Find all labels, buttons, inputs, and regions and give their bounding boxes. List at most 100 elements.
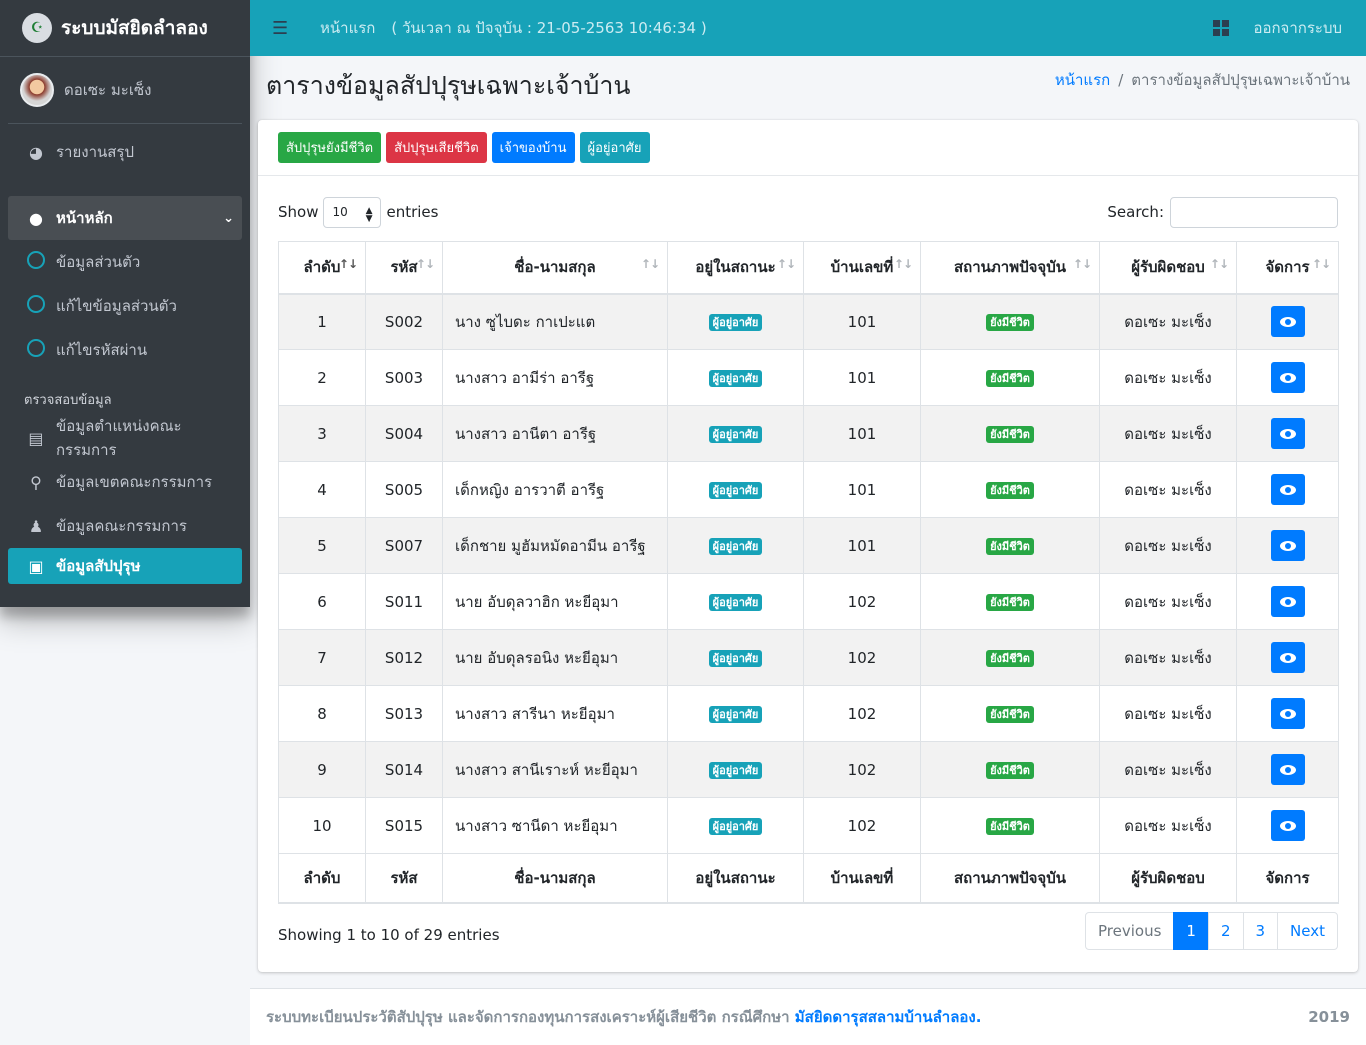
cell-house: 101: [803, 517, 921, 574]
sidebar-item-committee-zones[interactable]: ⚲ ข้อมูลเขตคณะกรรมการ: [8, 460, 242, 504]
pagination-previous[interactable]: Previous: [1085, 912, 1175, 950]
column-footer: รหัส: [365, 853, 443, 904]
cell-life: ยังมีชีวิต: [920, 573, 1100, 630]
status-badge: ผู้อยู่อาศัย: [708, 370, 763, 387]
cell-name: เด็กหญิง อารวาตี อารีฐ: [442, 461, 668, 518]
sidebar-item-main[interactable]: ● หน้าหลัก ⌄: [8, 196, 242, 240]
footer-link[interactable]: มัสยิดดารุสสลามบ้านลำลอง.: [795, 1005, 982, 1029]
cell-owner: ดอเซะ มะเซ็ง: [1099, 797, 1237, 854]
sidebar-item-committee-positions[interactable]: ▤ ข้อมูลตำแหน่งคณะกรรมการ: [8, 416, 242, 460]
column-header[interactable]: ลำดับ ↑↓: [278, 241, 366, 295]
sidebar-item-committee[interactable]: ♟ ข้อมูลคณะกรรมการ: [8, 504, 242, 548]
top-navbar: ☰ หน้าแรก ( วันเวลา ณ ปัจจุบัน : 21-05-2…: [250, 0, 1366, 56]
brand-link[interactable]: ☪ ระบบมัสยิดลำลอง: [0, 0, 250, 57]
life-status-badge: ยังมีชีวิต: [986, 370, 1034, 387]
breadcrumb-home[interactable]: หน้าแรก: [1055, 71, 1110, 89]
cell-house: 101: [803, 461, 921, 518]
user-panel[interactable]: ดอเซะ มะเซ็ง: [8, 57, 242, 124]
pagination-next[interactable]: Next: [1277, 912, 1338, 950]
status-badge: ผู้อยู่อาศัย: [708, 314, 763, 332]
life-status-badge: ยังมีชีวิต: [986, 426, 1034, 443]
search-input[interactable]: [1170, 196, 1338, 228]
cell-code: S002: [365, 293, 443, 350]
view-button[interactable]: [1270, 306, 1305, 338]
pagination-page[interactable]: 1: [1173, 912, 1209, 950]
eye-icon: [1279, 484, 1296, 495]
column-header[interactable]: บ้านเลขที่ ↑↓: [803, 241, 921, 295]
view-button[interactable]: [1270, 418, 1305, 449]
cell-status: ผู้อยู่อาศัย: [667, 685, 804, 742]
table-info: Showing 1 to 10 of 29 entries: [278, 926, 500, 944]
cell-owner: ดอเซะ มะเซ็ง: [1099, 405, 1237, 462]
view-button[interactable]: [1270, 362, 1305, 393]
table-row: 2 S003 นางสาว อามีร่า อารีฐ ผู้อยู่อาศัย 101…: [278, 349, 1339, 406]
eye-icon: [1279, 316, 1296, 327]
eye-icon: [1279, 372, 1296, 383]
nav-home-link[interactable]: หน้าแรก: [320, 16, 375, 40]
cell-owner: ดอเซะ มะเซ็ง: [1099, 629, 1237, 686]
filter-alive-button[interactable]: สัปปุรุษยังมีชีวิต: [278, 132, 382, 163]
cell-house: 102: [803, 741, 921, 798]
pagination-page[interactable]: 2: [1207, 912, 1244, 950]
page-size-select[interactable]: 10 ▲ ▼: [323, 196, 382, 228]
hamburger-icon[interactable]: ☰: [272, 18, 290, 39]
table-row: 1 S002 นาง ซูไบดะ กาเปะแต ผู้อยู่อาศัย 101 ยั…: [278, 293, 1339, 350]
eye-icon: [1279, 428, 1296, 439]
cell-owner: ดอเซะ มะเซ็ง: [1099, 349, 1237, 406]
map-pin-icon: ⚲: [30, 472, 42, 492]
sidebar-item-edit-profile[interactable]: แก้ไขข้อมูลส่วนตัว: [8, 284, 242, 328]
sidebar-item-report[interactable]: ◕ รายงานสรุป: [8, 130, 242, 174]
sidebar-item-profile[interactable]: ข้อมูลส่วนตัว: [8, 240, 242, 284]
table-header-row: ลำดับ ↑↓ รหัส ↑↓ ชื่อ-นามสกุล ↑↓ อยู่ในสถาน…: [278, 241, 1339, 295]
grid-icon[interactable]: [1213, 20, 1230, 36]
page-title: ตารางข้อมูลสัปปุรุษเฉพาะเจ้าบ้าน: [266, 71, 631, 100]
filter-owner-button[interactable]: เจ้าของบ้าน: [491, 132, 575, 163]
cell-code: S003: [365, 349, 443, 406]
cell-life: ยังมีชีวิต: [920, 461, 1100, 518]
footer-year: 2019: [1308, 1008, 1350, 1026]
view-button[interactable]: [1270, 474, 1305, 505]
column-header[interactable]: สถานภาพปัจจุบัน ↑↓: [920, 241, 1100, 295]
logout-link[interactable]: ออกจากระบบ: [1253, 16, 1342, 40]
column-header[interactable]: ผู้รับผิดชอบ ↑↓: [1099, 241, 1237, 295]
column-header[interactable]: ชื่อ-นามสกุล ↑↓: [442, 241, 668, 295]
sidebar-item-members[interactable]: ▣ ข้อมูลสัปปุรุษ: [8, 548, 242, 584]
column-header[interactable]: อยู่ในสถานะ ↑↓: [667, 241, 804, 295]
table-row: 7 S012 นาย อับดุลรอนิง หะยีอุมา ผู้อยู่อาศั…: [278, 629, 1339, 686]
cell-no: 9: [278, 741, 366, 798]
cell-actions: [1236, 517, 1339, 574]
cell-code: S011: [365, 573, 443, 630]
cell-life: ยังมีชีวิต: [920, 293, 1100, 350]
cell-name: นาย อับดุลรอนิง หะยีอุมา: [442, 629, 668, 686]
cell-code: S014: [365, 741, 443, 798]
column-header[interactable]: รหัส ↑↓: [365, 241, 443, 295]
view-button[interactable]: [1270, 530, 1305, 561]
sidebar-item-change-password[interactable]: แก้ไขรหัสผ่าน: [8, 328, 242, 372]
sidebar-section-header: ตรวจสอบข้อมูล: [24, 393, 112, 408]
cell-no: 8: [278, 685, 366, 742]
pagination-page[interactable]: 3: [1242, 912, 1279, 950]
column-header[interactable]: จัดการ ↑↓: [1236, 241, 1339, 295]
view-button[interactable]: [1270, 642, 1305, 673]
search-label: Search:: [1107, 203, 1164, 221]
table-row: 3 S004 นางสาว อานีตา อารีฐ ผู้อยู่อาศัย 101 ย…: [278, 405, 1339, 462]
column-footer: ลำดับ: [278, 853, 366, 904]
view-button[interactable]: [1270, 586, 1305, 617]
life-status-badge: ยังมีชีวิต: [986, 706, 1034, 723]
cell-actions: [1236, 573, 1339, 630]
cell-code: S013: [365, 685, 443, 742]
sidebar-item-label: แก้ไขข้อมูลส่วนตัว: [56, 297, 177, 315]
view-button[interactable]: [1270, 754, 1305, 785]
cell-actions: [1236, 461, 1339, 518]
sidebar-nav: ◕ รายงานสรุป ● หน้าหลัก ⌄ ข้อมูลส่วนตัว …: [0, 130, 250, 584]
cell-owner: ดอเซะ มะเซ็ง: [1099, 685, 1237, 742]
sidebar: ☪ ระบบมัสยิดลำลอง ดอเซะ มะเซ็ง ◕ รายงานส…: [0, 0, 250, 607]
view-button[interactable]: [1270, 810, 1305, 841]
eye-icon: [1279, 764, 1296, 775]
eye-icon: [1279, 652, 1296, 663]
status-badge: ผู้อยู่อาศัย: [708, 538, 763, 555]
filter-resident-button[interactable]: ผู้อยู่อาศัย: [579, 132, 650, 163]
view-button[interactable]: [1270, 698, 1305, 729]
filter-dead-button[interactable]: สัปปุรุษเสียชีวิต: [386, 132, 487, 163]
circle-icon: [26, 339, 46, 361]
